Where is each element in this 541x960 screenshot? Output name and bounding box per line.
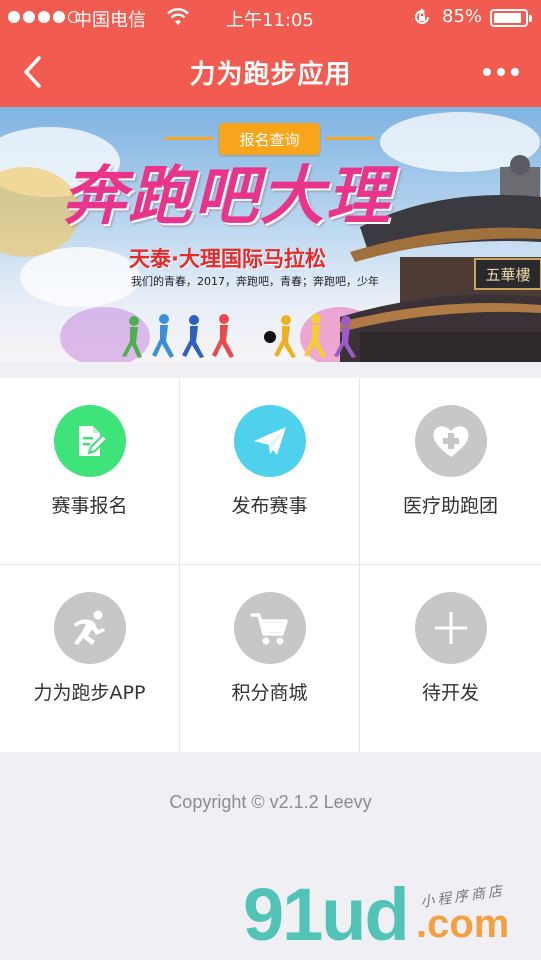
banner-description: 我们的青春，2017，奔跑吧，青春；奔跑吧，少年: [131, 275, 379, 288]
feature-grid: 赛事报名 发布赛事 医疗助跑团 力为跑步APP 积分商城 待开发: [0, 378, 541, 752]
signal-strength-icon: [8, 11, 80, 23]
grid-item-label: 赛事报名: [51, 495, 128, 517]
grid-item-label: 积分商城: [231, 682, 308, 704]
grid-item-points-mall[interactable]: 积分商城: [180, 565, 360, 752]
watermark-logo: 91ud .com 小程序商店: [238, 873, 541, 960]
more-menu-button[interactable]: [476, 56, 526, 88]
grid-item-event-registration[interactable]: 赛事报名: [0, 378, 180, 565]
banner-carousel[interactable]: 报名查询 五華樓 奔跑吧大理 天泰·大理国际马拉松 我们的青春，2017，奔跑吧…: [0, 107, 541, 362]
plus-icon: [414, 592, 487, 664]
status-bar: 中国电信 上午11:05 85%: [0, 0, 541, 36]
grid-item-label: 力为跑步APP: [33, 682, 146, 704]
wifi-icon: [166, 7, 190, 32]
paper-plane-icon: [233, 405, 306, 477]
orientation-lock-icon: [412, 7, 432, 32]
nav-bar: 力为跑步应用: [0, 36, 541, 107]
battery-icon: [490, 9, 532, 27]
grid-item-label: 待开发: [421, 682, 479, 704]
grid-item-label: 发布赛事: [231, 495, 308, 517]
page-title: 力为跑步应用: [189, 60, 352, 90]
carousel-indicator-dot[interactable]: [264, 331, 276, 343]
grid-item-coming-soon[interactable]: 待开发: [360, 565, 541, 752]
grid-item-publish-event[interactable]: 发布赛事: [180, 378, 360, 565]
more-dots-icon: [483, 68, 491, 76]
banner-title: 奔跑吧大理: [62, 159, 392, 234]
cart-icon: [233, 592, 306, 664]
watermark-brand: 91ud: [243, 873, 410, 956]
runners-illustration: [122, 314, 356, 358]
grid-item-medical-team[interactable]: 医疗助跑团: [360, 378, 541, 565]
carrier-name: 中国电信: [74, 10, 146, 31]
status-time: 上午11:05: [226, 10, 314, 31]
temple-sign: 五華樓: [485, 266, 530, 284]
grid-item-label: 医疗助跑团: [402, 495, 498, 517]
grid-item-running-app[interactable]: 力为跑步APP: [0, 565, 180, 752]
heart-plus-icon: [414, 405, 487, 477]
runner-icon: [53, 592, 126, 664]
battery-percent: 85%: [442, 6, 483, 27]
edit-document-icon: [53, 405, 126, 477]
banner-subtitle: 天泰·大理国际马拉松: [129, 247, 326, 271]
copyright-text: Copyright © v2.1.2 Leevy: [169, 792, 372, 812]
